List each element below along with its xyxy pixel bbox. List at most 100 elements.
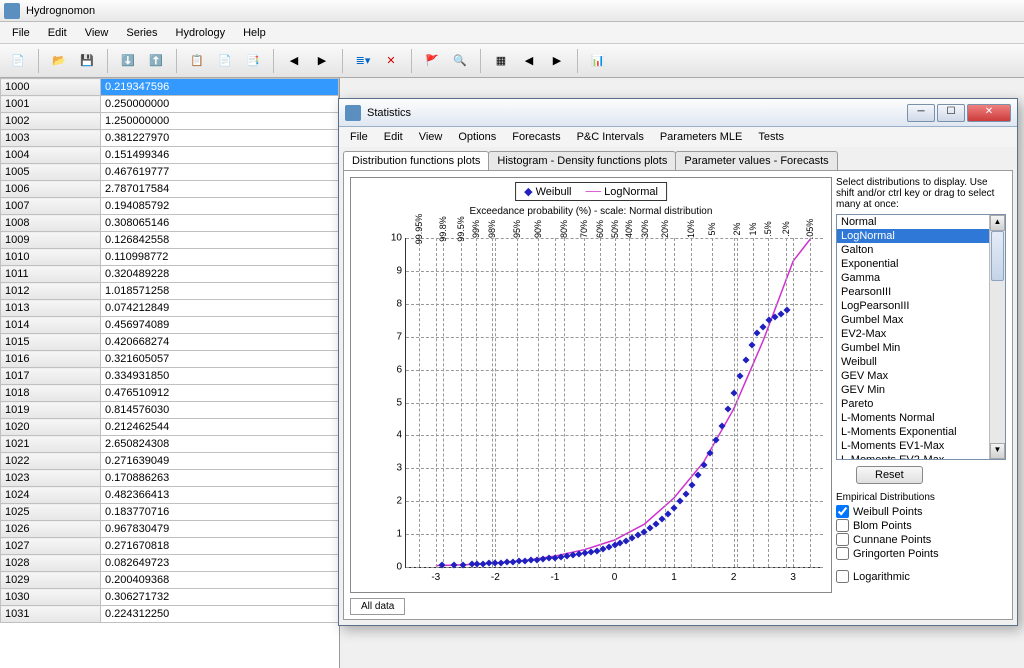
row-header[interactable]: 1019 (1, 402, 101, 419)
cell-value[interactable]: 1.018571258 (101, 283, 339, 300)
minimize-button[interactable]: ─ (907, 104, 935, 122)
row-header[interactable]: 1021 (1, 436, 101, 453)
row-header[interactable]: 1001 (1, 96, 101, 113)
dist-item[interactable]: L-Moments Normal (837, 411, 1005, 425)
save-icon[interactable]: 💾 (75, 49, 99, 73)
dist-item[interactable]: Gumbel Min (837, 341, 1005, 355)
stats-menu-view[interactable]: View (412, 130, 450, 144)
table-icon[interactable]: ▦ (489, 49, 513, 73)
dist-item[interactable]: L-Moments Exponential (837, 425, 1005, 439)
dist-item[interactable]: Gumbel Max (837, 313, 1005, 327)
copy-icon[interactable]: 📋 (185, 49, 209, 73)
cell-value[interactable]: 0.321605057 (101, 351, 339, 368)
zoom-icon[interactable]: 🔍 (448, 49, 472, 73)
checkbox[interactable] (836, 533, 849, 546)
row-header[interactable]: 1004 (1, 147, 101, 164)
clipboard-icon[interactable]: 📑 (241, 49, 265, 73)
cell-value[interactable]: 0.183770716 (101, 504, 339, 521)
dist-item[interactable]: PearsonIII (837, 285, 1005, 299)
cell-value[interactable]: 0.967830479 (101, 521, 339, 538)
cell-value[interactable]: 0.381227970 (101, 130, 339, 147)
cell-value[interactable]: 2.650824308 (101, 436, 339, 453)
checkbox[interactable] (836, 505, 849, 518)
tab-distribution-plots[interactable]: Distribution functions plots (343, 151, 489, 170)
cell-value[interactable]: 2.787017584 (101, 181, 339, 198)
list-icon[interactable]: ≣▾ (351, 49, 375, 73)
row-header[interactable]: 1017 (1, 368, 101, 385)
menu-help[interactable]: Help (235, 25, 274, 41)
row-header[interactable]: 1000 (1, 79, 101, 96)
dist-item[interactable]: Normal (837, 215, 1005, 229)
menu-hydrology[interactable]: Hydrology (168, 25, 234, 41)
scroll-thumb[interactable] (991, 231, 1004, 281)
cell-value[interactable]: 0.456974089 (101, 317, 339, 334)
row-header[interactable]: 1026 (1, 521, 101, 538)
row-header[interactable]: 1016 (1, 351, 101, 368)
data-grid[interactable]: 10000.21934759610010.25000000010021.2500… (0, 78, 340, 668)
cell-value[interactable]: 0.110998772 (101, 249, 339, 266)
empirical-check[interactable]: Gringorten Points (836, 547, 1006, 560)
dist-item[interactable]: Exponential (837, 257, 1005, 271)
delete-icon[interactable]: ✕ (379, 49, 403, 73)
row-header[interactable]: 1011 (1, 266, 101, 283)
paste-icon[interactable]: 📄 (213, 49, 237, 73)
cell-value[interactable]: 0.082649723 (101, 555, 339, 572)
menu-view[interactable]: View (77, 25, 117, 41)
dist-item[interactable]: EV2-Max (837, 327, 1005, 341)
chart-icon[interactable]: 📊 (586, 49, 610, 73)
row-header[interactable]: 1024 (1, 487, 101, 504)
cell-value[interactable]: 0.320489228 (101, 266, 339, 283)
undo-icon[interactable]: ◀ (282, 49, 306, 73)
cell-value[interactable]: 0.212462544 (101, 419, 339, 436)
scroll-up-icon[interactable]: ▲ (990, 215, 1005, 231)
empirical-check[interactable]: Cunnane Points (836, 533, 1006, 546)
open-icon[interactable]: 📂 (47, 49, 71, 73)
logarithmic-checkbox[interactable] (836, 570, 849, 583)
new-doc-icon[interactable]: 📄 (6, 49, 30, 73)
dist-item[interactable]: Gamma (837, 271, 1005, 285)
cell-value[interactable]: 0.250000000 (101, 96, 339, 113)
dist-item[interactable]: GEV Max (837, 369, 1005, 383)
cell-value[interactable]: 0.219347596 (101, 79, 339, 96)
close-button[interactable]: ✕ (967, 104, 1011, 122)
cell-value[interactable]: 0.271639049 (101, 453, 339, 470)
cell-value[interactable]: 0.170886263 (101, 470, 339, 487)
cell-value[interactable]: 0.306271732 (101, 589, 339, 606)
menu-series[interactable]: Series (118, 25, 165, 41)
cell-value[interactable]: 0.476510912 (101, 385, 339, 402)
row-header[interactable]: 1005 (1, 164, 101, 181)
cell-value[interactable]: 0.814576030 (101, 402, 339, 419)
row-header[interactable]: 1018 (1, 385, 101, 402)
prev-icon[interactable]: ◀ (517, 49, 541, 73)
cell-value[interactable]: 1.250000000 (101, 113, 339, 130)
tab-histogram[interactable]: Histogram - Density functions plots (488, 151, 676, 170)
export-icon[interactable]: ⬆️ (144, 49, 168, 73)
row-header[interactable]: 1003 (1, 130, 101, 147)
maximize-button[interactable]: ☐ (937, 104, 965, 122)
dist-item[interactable]: LogPearsonIII (837, 299, 1005, 313)
menu-edit[interactable]: Edit (40, 25, 75, 41)
dist-item[interactable]: GEV Min (837, 383, 1005, 397)
dist-scrollbar[interactable]: ▲ ▼ (989, 215, 1005, 459)
checkbox[interactable] (836, 547, 849, 560)
stats-menu-edit[interactable]: Edit (377, 130, 410, 144)
redo-icon[interactable]: ▶ (310, 49, 334, 73)
cell-value[interactable]: 0.224312250 (101, 606, 339, 623)
cell-value[interactable]: 0.126842558 (101, 232, 339, 249)
flag-icon[interactable]: 🚩 (420, 49, 444, 73)
cell-value[interactable]: 0.200409368 (101, 572, 339, 589)
cell-value[interactable]: 0.271670818 (101, 538, 339, 555)
stats-menu-file[interactable]: File (343, 130, 375, 144)
distribution-list[interactable]: NormalLogNormalGaltonExponentialGammaPea… (836, 214, 1006, 460)
empirical-check[interactable]: Blom Points (836, 519, 1006, 532)
import-icon[interactable]: ⬇️ (116, 49, 140, 73)
row-header[interactable]: 1020 (1, 419, 101, 436)
dist-item[interactable]: L-Moments EV2-Max (837, 453, 1005, 460)
cell-value[interactable]: 0.482366413 (101, 487, 339, 504)
stats-menu-options[interactable]: Options (451, 130, 503, 144)
cell-value[interactable]: 0.194085792 (101, 198, 339, 215)
stats-menu-mle[interactable]: Parameters MLE (653, 130, 750, 144)
stats-menu-forecasts[interactable]: Forecasts (505, 130, 567, 144)
dist-item[interactable]: LogNormal (837, 229, 1005, 243)
cell-value[interactable]: 0.467619777 (101, 164, 339, 181)
